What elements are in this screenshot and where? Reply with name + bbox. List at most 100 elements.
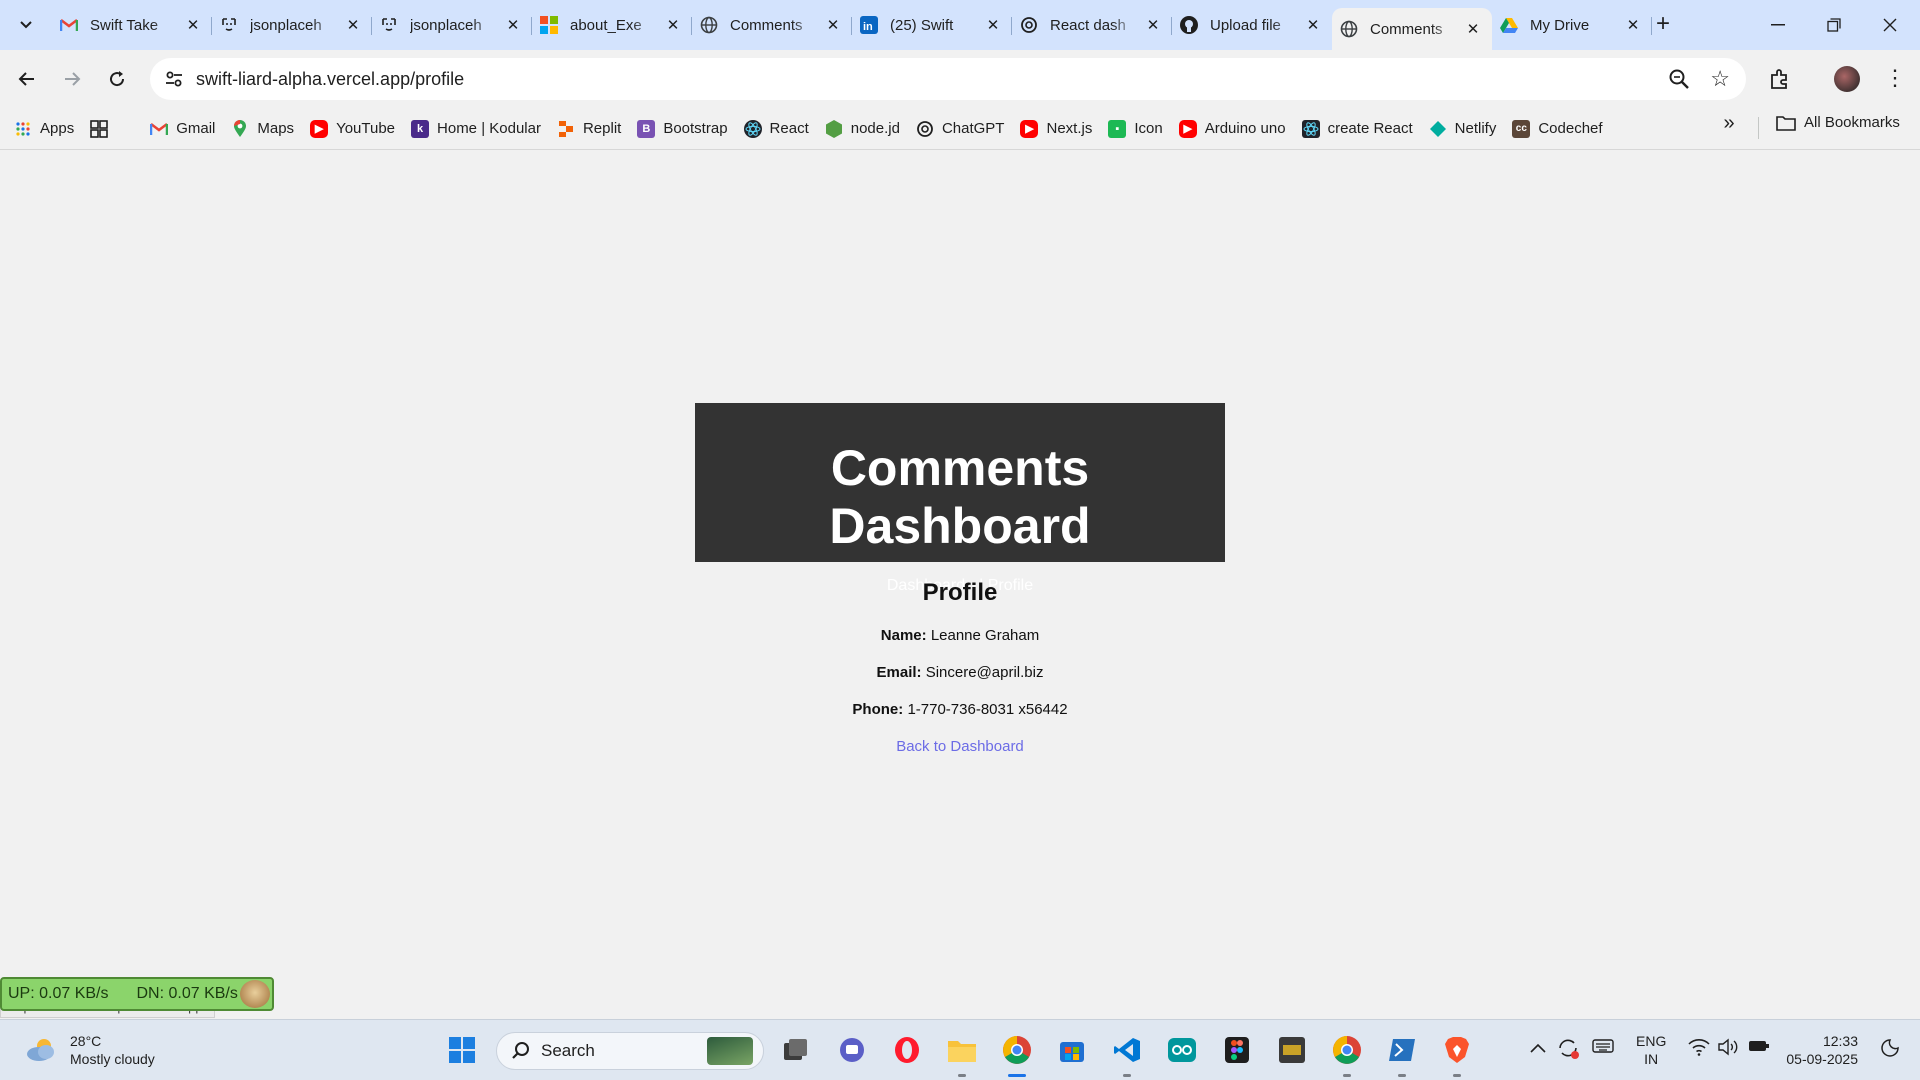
sync-tray-icon[interactable] [1556, 1036, 1580, 1063]
bookmark-bootstrap[interactable]: B Bootstrap [637, 119, 728, 138]
start-button[interactable] [446, 1034, 478, 1066]
wifi-icon[interactable] [1688, 1038, 1710, 1059]
bookmark-kodular[interactable]: k Home | Kodular [411, 119, 541, 138]
figma-button[interactable] [1221, 1034, 1253, 1066]
back-button[interactable] [11, 63, 43, 95]
tab[interactable]: about_Exe ✕ [532, 8, 692, 42]
tab[interactable]: React dash ✕ [1012, 8, 1172, 42]
address-bar[interactable]: swift-liard-alpha.vercel.app/profile ☆ [150, 58, 1746, 100]
file-explorer-button[interactable] [946, 1034, 978, 1066]
vscode-button[interactable] [1111, 1034, 1143, 1066]
bookmark-maps[interactable]: Maps [231, 119, 294, 138]
teams-icon [840, 1038, 864, 1062]
show-hidden-icons[interactable] [1530, 1040, 1546, 1056]
task-view-button[interactable] [780, 1034, 812, 1066]
tab[interactable]: Comments ✕ [692, 8, 852, 42]
chatgpt-icon [1020, 16, 1038, 34]
powershell-button[interactable] [1386, 1034, 1418, 1066]
bookmark-netlify[interactable]: Netlify [1429, 120, 1496, 138]
store-button[interactable] [1056, 1034, 1088, 1066]
zoom-icon[interactable] [1668, 68, 1690, 90]
profile-avatar[interactable] [1834, 66, 1860, 92]
tab[interactable]: Upload file ✕ [1172, 8, 1332, 42]
keyboard-tray-icon[interactable] [1592, 1038, 1614, 1057]
tab-search-button[interactable] [12, 12, 40, 38]
close-icon[interactable]: ✕ [824, 16, 842, 34]
bookmarks-overflow-icon[interactable]: » [1718, 112, 1740, 135]
volume-icon[interactable] [1718, 1038, 1740, 1059]
tab-active[interactable]: Comments ✕ [1332, 8, 1492, 50]
tab-strip: Swift Take ✕ jsonplaceh ✕ jsonplaceh ✕ a… [0, 0, 1920, 50]
tab-title: My Drive [1530, 16, 1590, 34]
close-icon[interactable]: ✕ [1304, 16, 1322, 34]
new-tab-button[interactable]: + [1650, 12, 1676, 38]
close-window-button[interactable] [1862, 0, 1918, 50]
chrome-button[interactable] [1001, 1034, 1033, 1066]
drive-icon [1500, 16, 1518, 34]
close-icon[interactable]: ✕ [1624, 16, 1642, 34]
arduino-button[interactable] [1166, 1034, 1198, 1066]
net-speed-widget[interactable]: UP: 0.07 KB/s DN: 0.07 KB/s [0, 977, 274, 1011]
bookmark-tab-groups[interactable] [90, 119, 116, 138]
tab-title: Comments [730, 16, 803, 34]
tab[interactable]: in (25) Swift ✕ [852, 8, 1012, 42]
weather-widget[interactable]: 28°C Mostly cloudy [24, 1032, 155, 1068]
taskbar: 28°C Mostly cloudy Search ENG IN 12:33 0… [0, 1019, 1920, 1080]
bookmark-react[interactable]: React [743, 119, 809, 138]
bookmark-apps[interactable]: Apps [14, 120, 74, 138]
bookmark-youtube[interactable]: ▶ YouTube [310, 119, 395, 138]
profile-name-row: Name: Leanne Graham [0, 627, 1920, 645]
extensions-icon[interactable] [1768, 67, 1792, 91]
opera-button[interactable] [891, 1034, 923, 1066]
bookmark-arduino[interactable]: ▶ Arduino uno [1178, 119, 1286, 138]
tab[interactable]: jsonplaceh ✕ [212, 8, 372, 42]
icon-site-icon: ▪ [1108, 119, 1127, 138]
arrow-left-icon [18, 72, 34, 86]
close-icon[interactable]: ✕ [984, 16, 1002, 34]
minimize-button[interactable] [1750, 0, 1806, 50]
bookmark-nodejs[interactable]: node.jd [825, 119, 900, 138]
tab[interactable]: My Drive ✕ [1492, 8, 1652, 42]
forward-button[interactable] [56, 63, 88, 95]
bookmark-create-react[interactable]: create React [1301, 119, 1413, 138]
bookmark-replit[interactable]: Replit [557, 120, 621, 138]
bookmark-codechef[interactable]: cc Codechef [1512, 119, 1603, 138]
battery-icon[interactable] [1748, 1038, 1770, 1057]
brave-button[interactable] [1441, 1034, 1473, 1066]
close-icon[interactable]: ✕ [1144, 16, 1162, 34]
app-button[interactable] [1276, 1034, 1308, 1066]
bookmarks-bar: Apps Gmail Maps ▶ YouTube k Home | Kodul… [0, 108, 1920, 150]
close-icon[interactable]: ✕ [504, 16, 522, 34]
teams-button[interactable] [836, 1034, 868, 1066]
input-language[interactable]: ENG IN [1636, 1032, 1666, 1068]
tab[interactable]: jsonplaceh ✕ [372, 8, 532, 42]
bookmark-gmail[interactable]: Gmail [150, 120, 215, 138]
task-view-icon [784, 1039, 807, 1060]
bookmark-star-icon[interactable]: ☆ [1710, 66, 1730, 92]
jsonplaceholder-icon [220, 16, 238, 34]
close-icon[interactable]: ✕ [1464, 20, 1482, 38]
page-title: Comments Dashboard [829, 440, 1091, 554]
more-menu-icon[interactable]: ⋮ [1884, 64, 1906, 92]
close-icon[interactable]: ✕ [664, 16, 682, 34]
back-to-dashboard-link[interactable]: Back to Dashboard [896, 738, 1024, 755]
url-text[interactable]: swift-liard-alpha.vercel.app/profile [196, 69, 464, 90]
notifications-icon[interactable] [1880, 1038, 1900, 1061]
site-settings-icon[interactable] [164, 69, 184, 89]
taskbar-search[interactable]: Search [496, 1032, 764, 1070]
all-bookmarks-button[interactable]: All Bookmarks [1776, 114, 1900, 131]
name-label: Name: [880, 627, 927, 644]
reload-button[interactable] [101, 63, 133, 95]
chrome-profile-button[interactable] [1331, 1034, 1363, 1066]
weather-desc: Mostly cloudy [70, 1051, 155, 1067]
tab[interactable]: Swift Take ✕ [52, 8, 212, 42]
close-icon[interactable]: ✕ [344, 16, 362, 34]
restore-button[interactable] [1806, 0, 1862, 50]
microsoft-icon [540, 16, 558, 34]
bookmark-chatgpt[interactable]: ChatGPT [916, 120, 1004, 138]
bookmark-nextjs[interactable]: ▶ Next.js [1020, 119, 1092, 138]
browser-toolbar: swift-liard-alpha.vercel.app/profile ☆ [0, 50, 1920, 108]
system-clock[interactable]: 12:33 05-09-2025 [1786, 1032, 1858, 1068]
close-icon[interactable]: ✕ [184, 16, 202, 34]
bookmark-icon-site[interactable]: ▪ Icon [1108, 119, 1163, 138]
